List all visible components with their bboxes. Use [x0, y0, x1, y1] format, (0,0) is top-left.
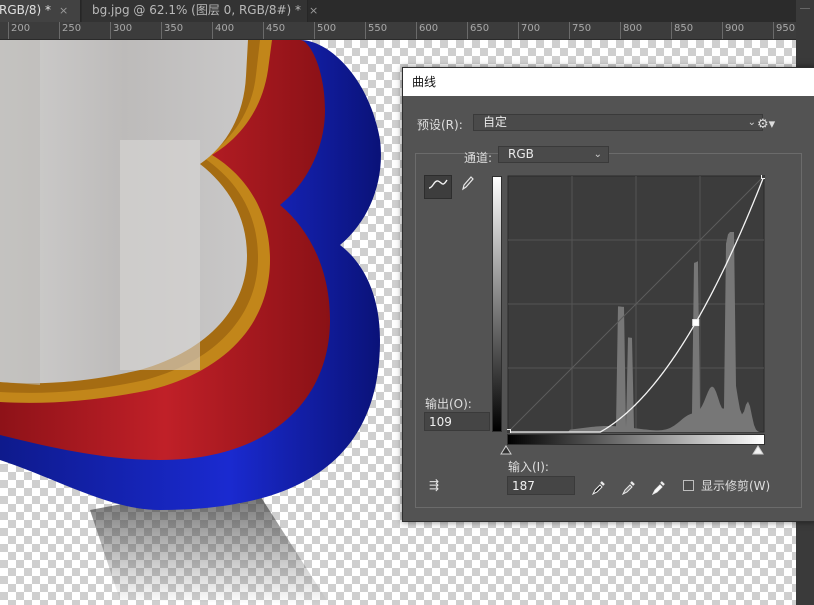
ruler-tick: 900 [722, 22, 744, 39]
ruler-tick-label: 600 [419, 23, 439, 34]
pencil-icon [462, 176, 474, 191]
white-eyedropper-icon[interactable] [651, 479, 666, 497]
curves-dialog: 曲线 预设(R): 自定 ⌄ ⚙▾ 通道: RGB ⌄ 输出(O): 109 输… [402, 67, 814, 522]
preset-select[interactable]: 自定 ⌄ [473, 114, 763, 131]
gray-eyedropper-icon[interactable] [621, 479, 636, 497]
pencil-tool[interactable] [455, 175, 481, 197]
channel-value: RGB [508, 147, 534, 161]
ruler-tick: 250 [59, 22, 81, 39]
curve-icon [428, 179, 448, 189]
document-tab-bar: RGB/8) * × bg.jpg @ 62.1% (图层 0, RGB/8#) … [0, 0, 814, 22]
chevron-down-icon: ⌄ [747, 117, 756, 128]
horizontal-ruler[interactable]: 200 250 300 350 400 450 500 550 600 650 700 750 800 8… [0, 22, 796, 40]
ruler-tick-label: 400 [215, 23, 235, 34]
chevron-down-icon: ⌄ [593, 149, 602, 160]
ruler-tick-label: 900 [725, 23, 745, 34]
input-gradient-bar [507, 434, 765, 445]
tab-label: bg.jpg @ 62.1% (图层 0, RGB/8#) * [92, 3, 302, 17]
input-label: 输入(I): [508, 460, 549, 474]
curve-point [507, 429, 511, 433]
output-field[interactable]: 109 [424, 412, 490, 431]
ruler-tick-label: 800 [623, 23, 643, 34]
ruler-tick: 450 [263, 22, 285, 39]
tab-label: RGB/8) * [0, 3, 52, 17]
ruler-tick: 850 [671, 22, 693, 39]
tab-close-icon[interactable]: × [59, 4, 68, 17]
ruler-tick-label: 200 [11, 23, 31, 34]
ruler-tick: 750 [569, 22, 591, 39]
ruler-tick: 950 [773, 22, 795, 39]
ruler-tick: 800 [620, 22, 642, 39]
ruler-tick-label: 450 [266, 23, 286, 34]
curve-graph[interactable] [507, 175, 765, 433]
output-label: 输出(O): [425, 397, 472, 411]
channel-select[interactable]: RGB ⌄ [498, 146, 609, 163]
output-gradient-bar [492, 176, 502, 432]
preset-label: 预设(R): [417, 118, 463, 132]
show-clipping-label: 显示修剪(W) [701, 479, 771, 493]
document-tab-1[interactable]: RGB/8) * × [0, 0, 81, 22]
ruler-tick-label: 650 [470, 23, 490, 34]
panel-divider [800, 8, 810, 19]
tab-close-icon[interactable]: × [309, 4, 318, 17]
ruler-tick-label: 250 [62, 23, 82, 34]
ruler-tick: 400 [212, 22, 234, 39]
inner-wall-edge [0, 40, 40, 385]
inner-wall-shade [120, 140, 200, 370]
preset-value: 自定 [483, 115, 508, 129]
ruler-tick: 300 [110, 22, 132, 39]
ruler-tick: 650 [467, 22, 489, 39]
curve-point [761, 175, 765, 179]
channel-label: 通道: [464, 151, 493, 165]
gear-icon[interactable]: ⚙▾ [757, 117, 775, 132]
ruler-tick: 500 [314, 22, 336, 39]
ruler-tick-label: 550 [368, 23, 388, 34]
black-point-slider[interactable] [500, 445, 512, 455]
dialog-title[interactable]: 曲线 [403, 68, 814, 96]
ruler-tick-label: 500 [317, 23, 337, 34]
input-field[interactable]: 187 [507, 476, 575, 495]
curve-point-tool[interactable] [424, 175, 452, 199]
ruler-tick-label: 950 [776, 23, 796, 34]
show-clipping-checkbox[interactable] [683, 480, 694, 491]
ruler-tick-label: 750 [572, 23, 592, 34]
white-point-slider[interactable] [752, 445, 764, 455]
target-adjust-hand-icon[interactable]: ⇶ [429, 478, 439, 492]
ruler-tick-label: 850 [674, 23, 694, 34]
ruler-tick: 700 [518, 22, 540, 39]
black-eyedropper-icon[interactable] [591, 479, 606, 497]
ruler-tick: 200 [8, 22, 30, 39]
ruler-tick: 600 [416, 22, 438, 39]
ruler-tick: 350 [161, 22, 183, 39]
ruler-tick-label: 350 [164, 23, 184, 34]
document-tab-2[interactable]: bg.jpg @ 62.1% (图层 0, RGB/8#) * × [82, 0, 318, 22]
ruler-tick-label: 300 [113, 23, 133, 34]
ruler-tick-label: 700 [521, 23, 541, 34]
selected-curve-point [692, 319, 700, 327]
ruler-tick: 550 [365, 22, 387, 39]
